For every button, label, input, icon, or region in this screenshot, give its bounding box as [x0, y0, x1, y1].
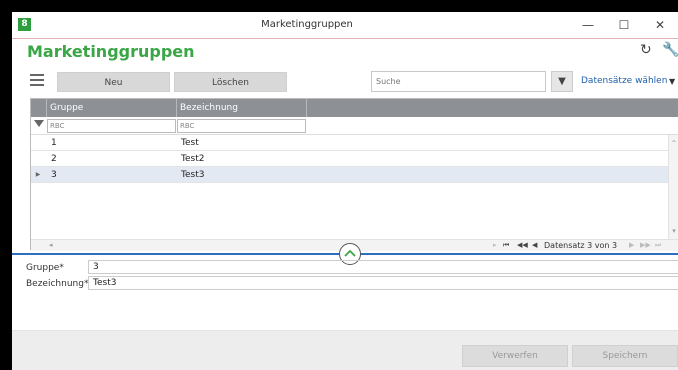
filter-bezeichnung[interactable]: RBC [177, 119, 306, 133]
grid-header: Gruppe Bezeichnung [31, 99, 678, 117]
bezeichnung-field[interactable]: Test3 [88, 276, 678, 290]
save-button[interactable]: Speichern [572, 345, 678, 367]
row-indicator-icon: ▶ [35, 171, 41, 178]
scroll-down-icon[interactable]: ▾ [669, 227, 678, 235]
page-title: Marketinggruppen [27, 42, 195, 61]
menu-icon[interactable] [30, 74, 44, 86]
table-row[interactable]: 1 Test [31, 135, 678, 151]
title-bar: 8 Marketinggruppen — ☐ ✕ [12, 12, 678, 39]
maximize-button[interactable]: ☐ [606, 12, 642, 38]
filter-icon[interactable] [34, 120, 44, 127]
gruppe-field[interactable]: 3 [88, 260, 678, 274]
new-button[interactable]: Neu [57, 72, 170, 92]
scroll-left-icon[interactable]: ◂ [49, 240, 53, 251]
table-row[interactable]: 2 Test2 [31, 151, 678, 167]
delete-button[interactable]: Löschen [174, 72, 287, 92]
cell-gruppe: 1 [51, 138, 57, 148]
cell-bezeichnung: Test3 [181, 170, 205, 180]
header-indicator-cell [31, 99, 47, 117]
nav-next-icon[interactable]: ▶ [629, 240, 634, 251]
refresh-icon[interactable]: ↻ [640, 42, 652, 58]
search-filter-button[interactable]: ▼ [551, 71, 573, 92]
nav-first-icon[interactable]: ⏮ [503, 240, 509, 251]
filter-gruppe[interactable]: RBC [47, 119, 176, 133]
scroll-up-icon[interactable]: ⌃ [669, 139, 678, 148]
data-grid: Gruppe Bezeichnung RBC RBC 1 Test 2 Test… [30, 98, 678, 251]
select-records-link[interactable]: Datensätze wählen [581, 71, 667, 92]
minimize-button[interactable]: — [570, 12, 606, 38]
cell-gruppe: 2 [51, 154, 57, 164]
nav-prev-icon[interactable]: ◀ [532, 240, 537, 251]
column-header-bezeichnung[interactable]: Bezeichnung [177, 99, 307, 117]
wrench-icon[interactable]: 🔧 [662, 42, 678, 58]
cell-bezeichnung: Test [181, 138, 199, 148]
window-title: Marketinggruppen [261, 19, 353, 30]
search-input[interactable] [371, 71, 546, 92]
nav-fast-back-icon[interactable]: ◀◀ [517, 240, 528, 251]
close-button[interactable]: ✕ [642, 12, 678, 38]
table-row-selected[interactable]: ▶ 3 Test3 [31, 167, 678, 183]
vertical-scrollbar[interactable]: ⌃ ▾ [668, 135, 678, 239]
nav-last-icon[interactable]: ⏭ [655, 240, 661, 251]
nav-prev-page-icon[interactable]: ▸ [493, 240, 497, 251]
gruppe-label: Gruppe* [26, 263, 64, 273]
nav-fast-forward-icon[interactable]: ▶▶ [640, 240, 651, 251]
cell-bezeichnung: Test2 [181, 154, 205, 164]
filter-row: RBC RBC [31, 117, 678, 135]
discard-button[interactable]: Verwerfen [462, 345, 568, 367]
bezeichnung-label: Bezeichnung* [26, 279, 89, 289]
chevron-down-icon[interactable]: ▼ [669, 71, 675, 92]
cell-gruppe: 3 [51, 170, 57, 180]
chevron-up-icon [344, 249, 356, 257]
column-header-gruppe[interactable]: Gruppe [47, 99, 177, 117]
app-window: 8 Marketinggruppen — ☐ ✕ Marketinggruppe… [12, 12, 678, 370]
pager-text: Datensatz 3 von 3 [544, 241, 618, 250]
